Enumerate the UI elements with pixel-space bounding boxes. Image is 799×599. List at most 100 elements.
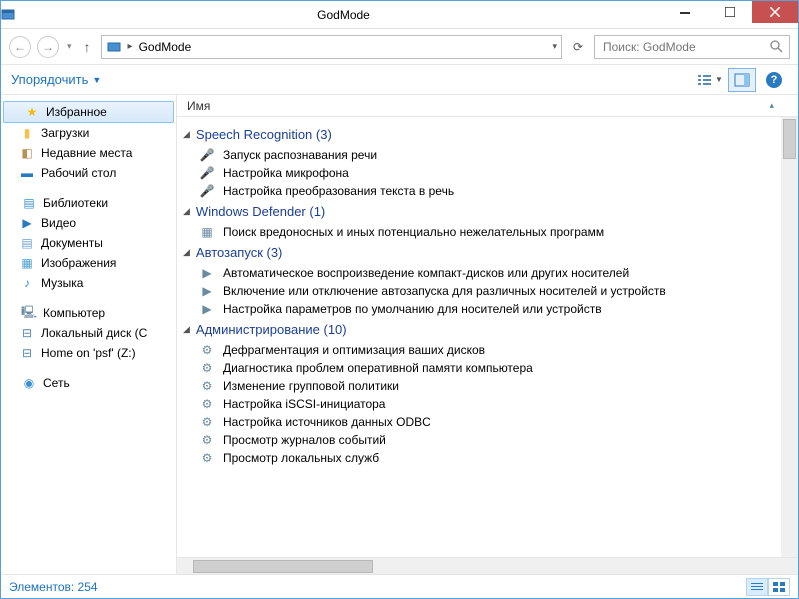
item-icon: ▦: [199, 224, 215, 240]
sidebar-libraries[interactable]: ▤ Библиотеки: [1, 193, 176, 213]
scrollbar-thumb[interactable]: [783, 119, 796, 159]
address-bar[interactable]: ▸ GodMode ▾: [101, 35, 562, 59]
computer-icon: 🖳: [21, 305, 37, 321]
help-icon: ?: [766, 72, 782, 88]
control-panel-icon: [106, 39, 122, 55]
sidebar-item-recent[interactable]: ◧ Недавние места: [1, 143, 176, 163]
list-item[interactable]: ⚙Настройка iSCSI-инициатора: [177, 395, 798, 413]
item-label: Просмотр локальных служб: [223, 451, 379, 465]
status-items-label: Элементов:: [9, 580, 74, 594]
sidebar-item-video[interactable]: ▶ Видео: [1, 213, 176, 233]
minimize-button[interactable]: [662, 1, 707, 23]
sidebar-item-documents[interactable]: ▤ Документы: [1, 233, 176, 253]
list-item[interactable]: 🎤Настройка преобразования текста в речь: [177, 182, 798, 200]
window-title: GodMode: [25, 8, 662, 22]
maximize-button[interactable]: [707, 1, 752, 23]
status-bar: Элементов: 254: [1, 574, 798, 598]
item-label: Поиск вредоносных и иных потенциально не…: [223, 225, 604, 239]
item-icon: ▶: [199, 301, 215, 317]
recent-icon: ◧: [19, 145, 35, 161]
app-icon: [1, 8, 25, 22]
list-item[interactable]: ⚙Просмотр локальных служб: [177, 449, 798, 467]
collapse-triangle-icon: ◢: [183, 129, 190, 140]
chevron-down-icon: ▼: [92, 75, 101, 85]
sidebar-item-network-drive[interactable]: ⊟ Home on 'psf' (Z:): [1, 343, 176, 363]
item-label: Автоматическое воспроизведение компакт-д…: [223, 266, 629, 280]
close-button[interactable]: [752, 1, 798, 23]
libraries-icon: ▤: [21, 195, 37, 211]
sidebar-item-desktop[interactable]: ▬ Рабочий стол: [1, 163, 176, 183]
sidebar-computer[interactable]: 🖳 Компьютер: [1, 303, 176, 323]
item-icon: ⚙: [199, 342, 215, 358]
item-icon: ▶: [199, 265, 215, 281]
document-icon: ▤: [19, 235, 35, 251]
search-box[interactable]: [594, 35, 790, 59]
vertical-scrollbar[interactable]: [781, 117, 798, 557]
item-icon: 🎤: [199, 183, 215, 199]
list-item[interactable]: ▶Настройка параметров по умолчанию для н…: [177, 300, 798, 318]
list-item[interactable]: ⚙ Просмотр журналов событий: [177, 431, 798, 449]
item-label: Запуск распознавания речи: [223, 148, 377, 162]
address-dropdown-icon[interactable]: ▾: [552, 41, 557, 52]
scrollbar-thumb[interactable]: [193, 560, 373, 573]
list-item[interactable]: ▶ Автоматическое воспроизведение компакт-…: [177, 264, 798, 282]
up-button[interactable]: ↑: [80, 39, 95, 55]
sidebar-favorites-label: Избранное: [46, 105, 107, 119]
item-label: Настройка источников данных ODBC: [223, 415, 431, 429]
list-item[interactable]: ⚙ Диагностика проблем оперативной памяти …: [177, 359, 798, 377]
group-header[interactable]: ◢ Speech Recognition (3): [177, 123, 798, 146]
drive-icon: ⊟: [19, 325, 35, 341]
list-item[interactable]: ⚙Дефрагментация и оптимизация ваших диск…: [177, 341, 798, 359]
sidebar-item-downloads[interactable]: ▮ Загрузки: [1, 123, 176, 143]
view-options-button[interactable]: ▼: [696, 68, 724, 92]
list-item[interactable]: ▦ Поиск вредоносных и иных потенциально н…: [177, 223, 798, 241]
icons-view-button[interactable]: [768, 578, 790, 596]
item-label: Просмотр журналов событий: [223, 433, 386, 447]
breadcrumb-separator-icon: ▸: [128, 41, 133, 52]
history-dropdown-icon[interactable]: ▾: [65, 41, 74, 52]
sidebar-item-images[interactable]: ▦ Изображения: [1, 253, 176, 273]
item-label: Включение или отключение автозапуска для…: [223, 284, 666, 298]
sidebar-favorites[interactable]: ★ Избранное: [3, 101, 174, 123]
item-icon: ⚙: [199, 360, 215, 376]
forward-button[interactable]: →: [37, 36, 59, 58]
organize-menu[interactable]: Упорядочить ▼: [11, 72, 101, 87]
help-button[interactable]: ?: [760, 68, 788, 92]
column-header-name[interactable]: Имя ▴: [177, 95, 798, 117]
list-item[interactable]: 🎤Запуск распознавания речи: [177, 146, 798, 164]
item-icon: 🎤: [199, 165, 215, 181]
group-header[interactable]: ◢ Windows Defender (1): [177, 200, 798, 223]
list-item[interactable]: ⚙Изменение групповой политики: [177, 377, 798, 395]
sidebar-item-music[interactable]: ♪ Музыка: [1, 273, 176, 293]
navigation-pane: ★ Избранное ▮ Загрузки ◧ Недавние места …: [1, 95, 177, 574]
group-header[interactable]: ◢Администрирование (10): [177, 318, 798, 341]
item-icon: ⚙: [199, 378, 215, 394]
preview-pane-button[interactable]: [728, 68, 756, 92]
group-name: Speech Recognition (3): [196, 127, 332, 142]
breadcrumb-current[interactable]: GodMode: [139, 40, 192, 54]
refresh-button[interactable]: ⟳: [568, 40, 588, 54]
list-item[interactable]: 🎤Настройка микрофона: [177, 164, 798, 182]
search-input[interactable]: [601, 39, 761, 55]
item-label: Диагностика проблем оперативной памяти к…: [223, 361, 533, 375]
group-header[interactable]: ◢Автозапуск (3): [177, 241, 798, 264]
list-item[interactable]: ⚙Настройка источников данных ODBC: [177, 413, 798, 431]
details-view-button[interactable]: [746, 578, 768, 596]
horizontal-scrollbar[interactable]: [177, 557, 798, 574]
back-button[interactable]: ←: [9, 36, 31, 58]
sidebar-network[interactable]: ◉ Сеть: [1, 373, 176, 393]
item-icon: ▶: [199, 283, 215, 299]
list-item[interactable]: ▶ Включение или отключение автозапуска дл…: [177, 282, 798, 300]
file-list[interactable]: ◢Speech Recognition (3)🎤Запуск распознав…: [177, 117, 798, 557]
sort-indicator-icon: ▴: [769, 100, 774, 111]
group-name: Windows Defender (1): [196, 204, 325, 219]
item-icon: ⚙: [199, 432, 215, 448]
item-icon: ⚙: [199, 396, 215, 412]
collapse-triangle-icon: ◢: [183, 206, 190, 217]
organize-label: Упорядочить: [11, 72, 88, 87]
group-name: Администрирование (10): [196, 322, 347, 337]
folder-icon: ▮: [19, 125, 35, 141]
navigation-bar: ← → ▾ ↑ ▸ GodMode ▾ ⟳: [1, 29, 798, 65]
search-icon[interactable]: [770, 40, 783, 53]
sidebar-item-local-disk[interactable]: ⊟ Локальный диск (C: [1, 323, 176, 343]
